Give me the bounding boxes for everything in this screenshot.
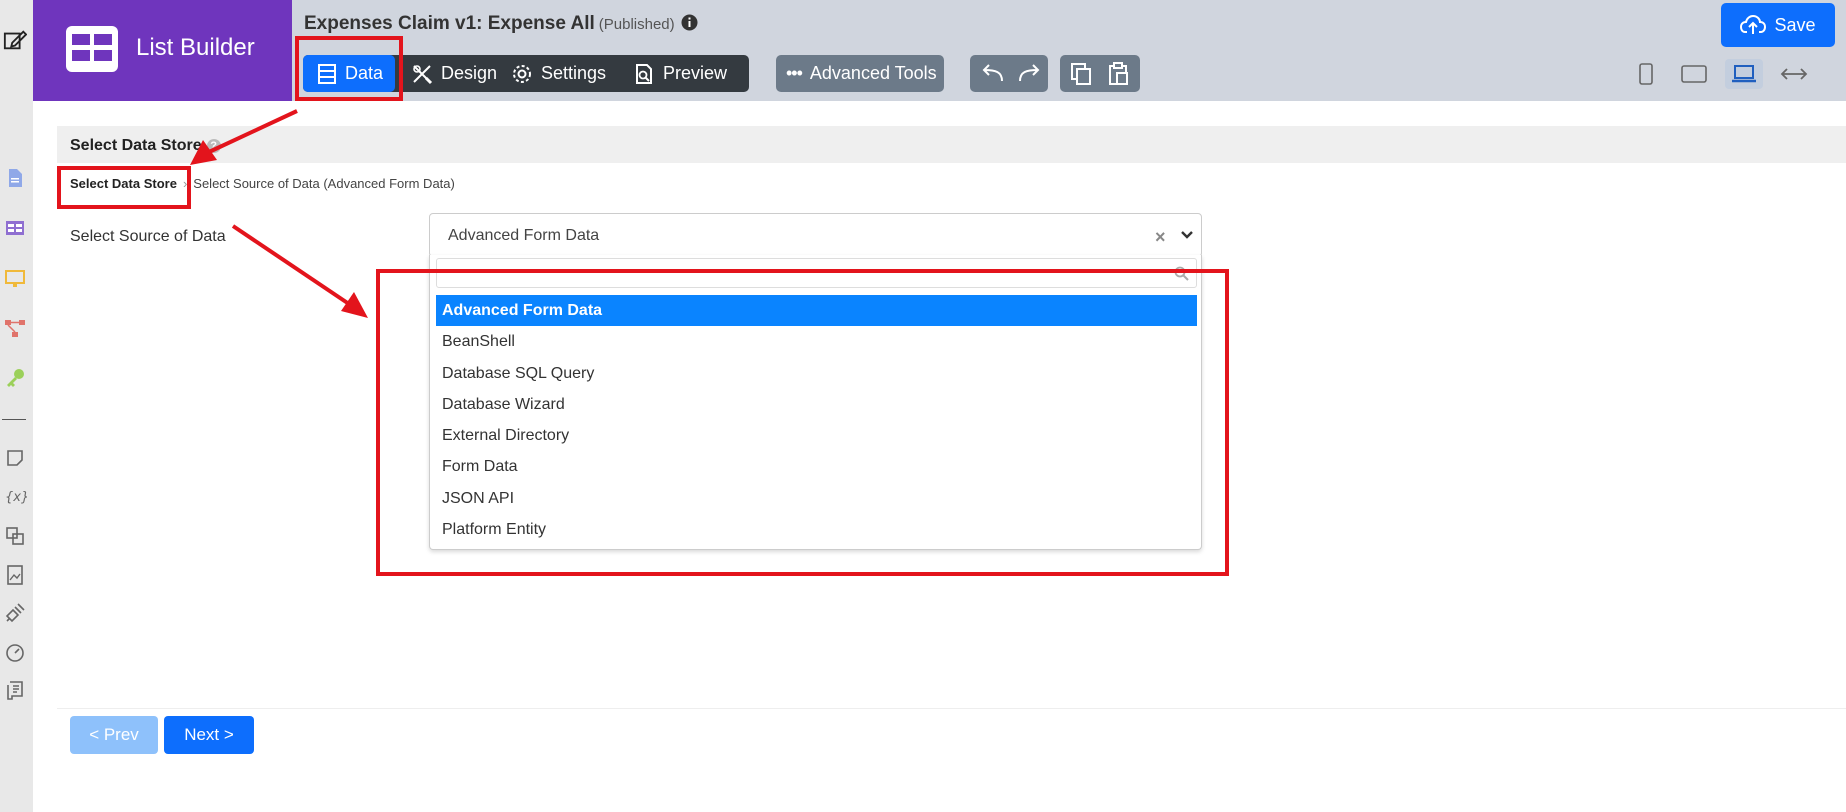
- chevron-down-icon[interactable]: [1180, 230, 1194, 240]
- tab-data[interactable]: Data: [303, 55, 395, 92]
- source-of-data-select[interactable]: Advanced Form Data ×: [429, 213, 1202, 257]
- dropdown-options: Advanced Form Data BeanShell Database SQL …: [436, 295, 1197, 545]
- undo-redo-group: [970, 55, 1048, 92]
- breadcrumb-separator: ›: [182, 176, 188, 191]
- breadcrumb-next[interactable]: Select Source of Data (Advanced Form Dat…: [193, 176, 455, 191]
- dropdown-option[interactable]: External Directory: [436, 420, 1197, 451]
- monitor-icon[interactable]: [3, 266, 27, 290]
- data-icon: [318, 63, 336, 84]
- rail-divider: [2, 419, 26, 420]
- dropdown-option[interactable]: Form Data: [436, 451, 1197, 482]
- select-dropdown: Advanced Form Data BeanShell Database SQL …: [429, 255, 1202, 550]
- next-button[interactable]: Next >: [164, 716, 254, 754]
- dropdown-option[interactable]: Database SQL Query: [436, 358, 1197, 389]
- select-current-value: Advanced Form Data: [448, 227, 600, 244]
- tab-design-label: Design: [441, 63, 498, 83]
- footer-divider: [57, 708, 1846, 709]
- tablet-view-button[interactable]: [1675, 59, 1713, 89]
- copy-icon[interactable]: [1068, 61, 1094, 87]
- cloud-upload-icon: [1740, 14, 1767, 34]
- panel-header: Select Data Store ?: [57, 126, 1846, 163]
- gauge-icon[interactable]: [3, 640, 27, 664]
- breadcrumb: Select Data Store › Select Source of Data …: [70, 176, 455, 191]
- undo-icon[interactable]: [978, 62, 1006, 86]
- paste-icon[interactable]: [1106, 61, 1132, 87]
- image-file-icon[interactable]: [3, 563, 27, 587]
- variable-icon[interactable]: {x}: [3, 484, 27, 508]
- document-icon[interactable]: [3, 166, 27, 190]
- source-of-data-label: Select Source of Data: [70, 228, 226, 245]
- panel-title: Select Data Store ?: [70, 137, 221, 155]
- tab-settings-label: Settings: [541, 63, 607, 83]
- svg-text:{x}: {x}: [5, 490, 27, 505]
- edit-icon[interactable]: [3, 28, 27, 52]
- process-icon[interactable]: [3, 316, 27, 340]
- preview-icon: [636, 63, 652, 84]
- panel-title-text: Select Data Store: [70, 137, 202, 154]
- dropdown-option[interactable]: BeanShell: [436, 326, 1197, 357]
- search-icon: [1174, 266, 1189, 281]
- brand-title: List Builder: [136, 34, 255, 61]
- tablet-icon: [1681, 65, 1707, 83]
- prev-button[interactable]: < Prev: [70, 716, 158, 754]
- tab-preview[interactable]: Preview: [633, 55, 727, 92]
- advanced-tools-button[interactable]: ••• Advanced Tools: [776, 55, 944, 92]
- dropdown-option[interactable]: JSON API: [436, 483, 1197, 514]
- desktop-view-button[interactable]: [1725, 59, 1763, 89]
- tab-data-label: Data: [345, 63, 384, 83]
- copy-paste-group: [1060, 55, 1140, 92]
- breadcrumb-current[interactable]: Select Data Store: [70, 176, 177, 191]
- laptop-icon: [1732, 65, 1756, 83]
- dropdown-option[interactable]: Platform Entity: [436, 514, 1197, 545]
- list-builder-logo-icon: [66, 26, 118, 72]
- translate-icon[interactable]: [3, 524, 27, 548]
- help-icon[interactable]: ?: [206, 139, 221, 153]
- key-icon[interactable]: [3, 366, 27, 390]
- list-grid-icon[interactable]: [3, 216, 27, 240]
- dropdown-option[interactable]: Database Wizard: [436, 389, 1197, 420]
- design-icon: [413, 64, 433, 84]
- gear-icon: [513, 64, 531, 83]
- ellipsis-icon: •••: [786, 63, 803, 83]
- dropdown-search-input[interactable]: [441, 263, 1161, 285]
- tab-design[interactable]: Design: [411, 55, 497, 92]
- redo-icon[interactable]: [1016, 62, 1044, 86]
- mobile-icon: [1639, 63, 1653, 85]
- form-title-text: Expenses Claim v1: Expense All: [304, 13, 595, 34]
- builder-tabs: Data Design Settings Preview: [303, 55, 749, 92]
- scroll-icon[interactable]: [3, 678, 27, 702]
- form-status: (Published): [598, 16, 675, 33]
- form-title: Expenses Claim v1: Expense All (Published…: [304, 13, 698, 35]
- clear-icon[interactable]: ×: [1155, 228, 1166, 246]
- advanced-tools-label: Advanced Tools: [809, 63, 937, 83]
- tab-settings[interactable]: Settings: [511, 55, 606, 92]
- tab-preview-label: Preview: [663, 63, 728, 83]
- dropdown-option[interactable]: Advanced Form Data: [436, 295, 1197, 327]
- dropdown-search-box[interactable]: [436, 258, 1197, 288]
- mobile-view-button[interactable]: [1627, 59, 1665, 89]
- brand-header: List Builder: [33, 0, 292, 101]
- full-width-view-button[interactable]: [1775, 59, 1813, 89]
- arrows-horizontal-icon: [1780, 68, 1808, 80]
- save-label: Save: [1774, 14, 1816, 35]
- note-icon[interactable]: [3, 446, 27, 470]
- save-button[interactable]: Save: [1721, 3, 1835, 47]
- left-icon-rail: {x}: [0, 0, 33, 812]
- plugin-icon[interactable]: [3, 601, 27, 625]
- info-icon[interactable]: [681, 14, 698, 31]
